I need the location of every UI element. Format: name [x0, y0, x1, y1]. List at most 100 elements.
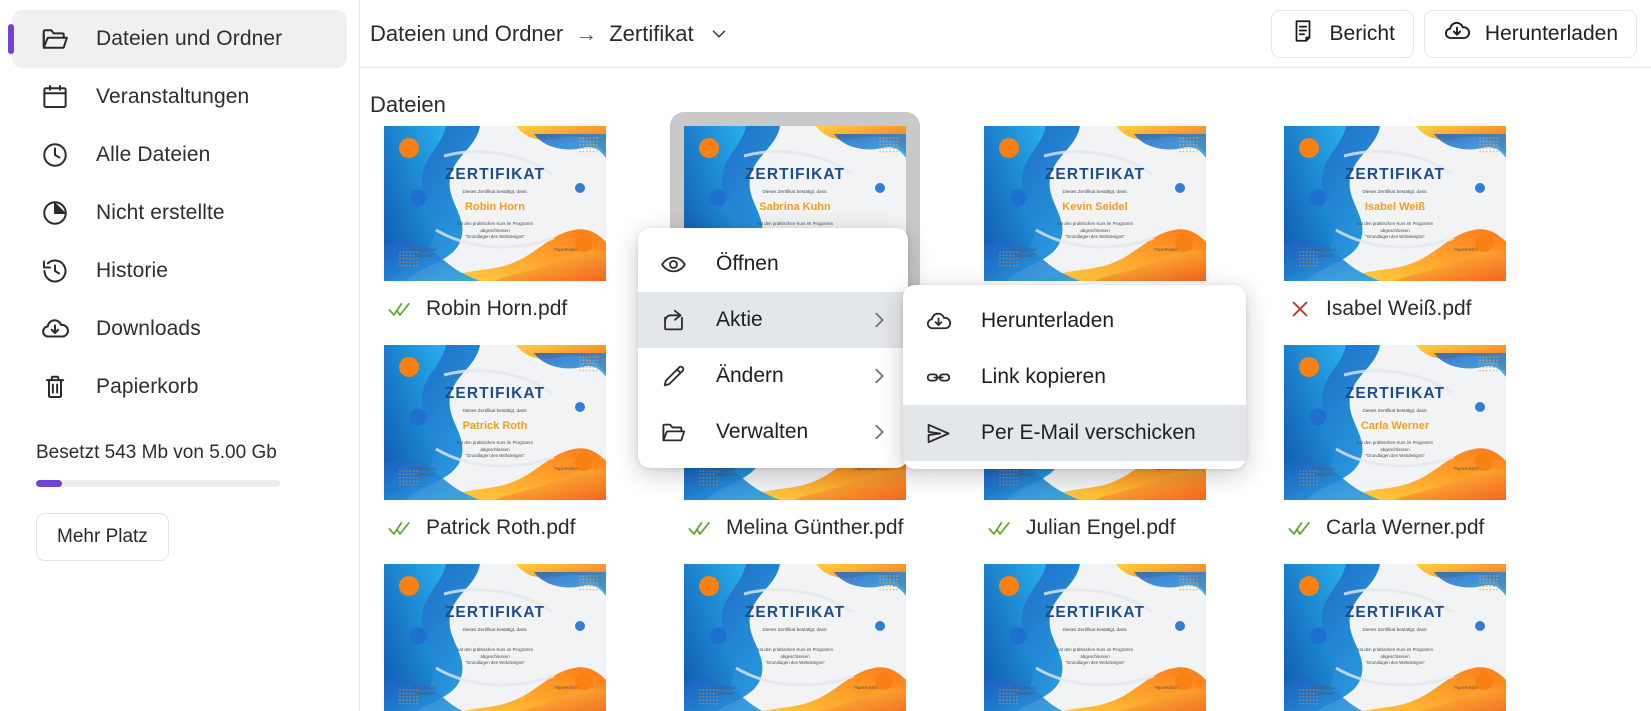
- storage-section: Besetzt 543 Mb von 5.00 Gb Mehr Platz: [0, 442, 359, 561]
- sidebar-nav: Dateien und Ordner Veranstaltungen Alle Da…: [0, 10, 359, 416]
- menu-item-herunterladen[interactable]: Herunterladen: [903, 293, 1246, 349]
- file-thumbnail: ZERTIFIKATDieses Zertifikat bestätigt, d…: [1284, 126, 1506, 281]
- breadcrumb-separator-icon: →: [575, 20, 598, 46]
- menu-item-link-kopieren[interactable]: Link kopieren: [903, 349, 1246, 405]
- menu-item-label: Per E-Mail verschicken: [981, 421, 1196, 444]
- menu-item-aktie[interactable]: Aktie: [638, 292, 908, 348]
- menu-item-label: Verwalten: [716, 420, 809, 443]
- pencil-icon: [660, 363, 694, 390]
- file-tile[interactable]: ZERTIFIKATDieses Zertifikat bestätigt, d…: [1270, 331, 1520, 540]
- report-button[interactable]: Bericht: [1270, 9, 1414, 58]
- chevron-down-icon[interactable]: [708, 23, 730, 45]
- cloud-download-icon: [1443, 17, 1471, 51]
- top-bar-actions: Bericht Herunterladen: [1270, 9, 1637, 58]
- menu-item-label: Herunterladen: [981, 309, 1115, 332]
- double-check-icon: [388, 299, 412, 319]
- download-button[interactable]: Herunterladen: [1423, 9, 1637, 58]
- file-name[interactable]: Julian Engel.pdf: [1026, 516, 1175, 540]
- sidebar-item-dateien-und-ordner[interactable]: Dateien und Ordner: [8, 10, 347, 68]
- sidebar-item-nicht-erstellte[interactable]: Nicht erstellte: [12, 184, 347, 242]
- main-content: Dateien und Ordner → Zertifikat Bericht: [360, 0, 1651, 711]
- sidebar-item-alle-dateien[interactable]: Alle Dateien: [12, 126, 347, 184]
- file-tile[interactable]: ZERTIFIKATDieses Zertifikat bestätigt, d…: [370, 112, 620, 321]
- menu-item-label: Öffnen: [716, 252, 779, 275]
- file-tile[interactable]: ZERTIFIKATDieses Zertifikat bestätigt, d…: [1270, 550, 1520, 711]
- menu-item-label: Ändern: [716, 364, 784, 387]
- file-label-row: Patrick Roth.pdf: [370, 516, 620, 540]
- context-submenu-share: Herunterladen Link kopieren Per E-Mail ver…: [903, 285, 1246, 469]
- storage-progress-fill: [36, 480, 62, 487]
- sidebar-item-veranstaltungen[interactable]: Veranstaltungen: [12, 68, 347, 126]
- file-label-row: Isabel Weiß.pdf: [1270, 297, 1520, 321]
- menu-item-label: Aktie: [716, 308, 763, 331]
- breadcrumb-item-root[interactable]: Dateien und Ordner: [370, 21, 563, 47]
- folder-open-icon: [660, 419, 694, 446]
- certificate-artwork: [1284, 345, 1506, 500]
- double-check-icon: [1288, 518, 1312, 538]
- file-thumbnail: ZERTIFIKATDieses Zertifikat bestätigt, d…: [684, 564, 906, 711]
- report-button-label: Bericht: [1329, 21, 1395, 45]
- certificate-artwork: [384, 126, 606, 281]
- page-title: Dateien: [370, 92, 446, 117]
- file-tile[interactable]: ZERTIFIKATDieses Zertifikat bestätigt, d…: [370, 331, 620, 540]
- certificate-artwork: [684, 564, 906, 711]
- history-icon: [40, 256, 70, 286]
- clock-icon: [40, 140, 70, 170]
- storage-usage-text: Besetzt 543 Mb von 5.00 Gb: [36, 442, 277, 463]
- menu-item-verwalten[interactable]: Verwalten: [638, 404, 908, 460]
- file-name[interactable]: Carla Werner.pdf: [1326, 516, 1484, 540]
- sidebar: Dateien und Ordner Veranstaltungen Alle Da…: [0, 0, 360, 711]
- file-tile[interactable]: ZERTIFIKATDieses Zertifikat bestätigt, d…: [670, 550, 920, 711]
- file-name[interactable]: Robin Horn.pdf: [426, 297, 567, 321]
- breadcrumb-item-current[interactable]: Zertifikat: [609, 21, 693, 47]
- file-thumbnail-wrapper[interactable]: ZERTIFIKATDieses Zertifikat bestätigt, d…: [370, 550, 620, 711]
- file-name[interactable]: Patrick Roth.pdf: [426, 516, 575, 540]
- certificate-artwork: [984, 564, 1206, 711]
- file-label-row: Robin Horn.pdf: [370, 297, 620, 321]
- file-thumbnail: ZERTIFIKATDieses Zertifikat bestätigt, d…: [384, 564, 606, 711]
- certificate-artwork: [984, 126, 1206, 281]
- file-thumbnail-wrapper[interactable]: ZERTIFIKATDieses Zertifikat bestätigt, d…: [970, 550, 1220, 711]
- file-thumbnail-wrapper[interactable]: ZERTIFIKATDieses Zertifikat bestätigt, d…: [1270, 331, 1520, 514]
- file-thumbnail-wrapper[interactable]: ZERTIFIKATDieses Zertifikat bestätigt, d…: [970, 112, 1220, 295]
- file-thumbnail: ZERTIFIKATDieses Zertifikat bestätigt, d…: [984, 126, 1206, 281]
- file-label-row: Carla Werner.pdf: [1270, 516, 1520, 540]
- double-check-icon: [688, 518, 712, 538]
- file-tile[interactable]: ZERTIFIKATDieses Zertifikat bestätigt, d…: [970, 550, 1220, 711]
- trash-icon: [40, 372, 70, 402]
- file-name[interactable]: Isabel Weiß.pdf: [1326, 297, 1472, 321]
- menu-item-per-e-mail-verschicken[interactable]: Per E-Mail verschicken: [903, 405, 1246, 461]
- chevron-right-icon: [868, 309, 890, 331]
- sidebar-item-downloads[interactable]: Downloads: [12, 300, 347, 358]
- storage-progress-track: [36, 480, 280, 487]
- file-thumbnail-wrapper[interactable]: ZERTIFIKATDieses Zertifikat bestätigt, d…: [370, 112, 620, 295]
- sidebar-item-label: Downloads: [96, 317, 201, 340]
- file-thumbnail: ZERTIFIKATDieses Zertifikat bestätigt, d…: [984, 564, 1206, 711]
- context-menu: Öffnen Aktie Ändern Verwalten: [638, 228, 908, 468]
- calendar-icon: [40, 82, 70, 112]
- menu-item-ndern[interactable]: Ändern: [638, 348, 908, 404]
- sidebar-item-papierkorb[interactable]: Papierkorb: [12, 358, 347, 416]
- file-thumbnail-wrapper[interactable]: ZERTIFIKATDieses Zertifikat bestätigt, d…: [1270, 550, 1520, 711]
- double-check-icon: [988, 518, 1012, 538]
- eye-icon: [660, 251, 694, 278]
- certificate-artwork: [384, 345, 606, 500]
- cloud-download-icon: [40, 314, 70, 344]
- app-root: Dateien und Ordner Veranstaltungen Alle Da…: [0, 0, 1651, 711]
- folder-open-icon: [40, 24, 70, 54]
- file-thumbnail-wrapper[interactable]: ZERTIFIKATDieses Zertifikat bestätigt, d…: [1270, 112, 1520, 295]
- file-name[interactable]: Melina Günther.pdf: [726, 516, 903, 540]
- error-icon: [1288, 298, 1312, 320]
- sidebar-item-label: Dateien und Ordner: [96, 27, 283, 50]
- sidebar-item-historie[interactable]: Historie: [12, 242, 347, 300]
- file-tile[interactable]: ZERTIFIKATDieses Zertifikat bestätigt, d…: [370, 550, 620, 711]
- menu-item-ffnen[interactable]: Öffnen: [638, 236, 908, 292]
- breadcrumb: Dateien und Ordner → Zertifikat: [370, 21, 730, 47]
- file-thumbnail: ZERTIFIKATDieses Zertifikat bestätigt, d…: [384, 126, 606, 281]
- file-tile[interactable]: ZERTIFIKATDieses Zertifikat bestätigt, d…: [1270, 112, 1520, 321]
- file-thumbnail: ZERTIFIKATDieses Zertifikat bestätigt, d…: [384, 345, 606, 500]
- file-thumbnail-wrapper[interactable]: ZERTIFIKATDieses Zertifikat bestätigt, d…: [370, 331, 620, 514]
- cloud-download-icon: [925, 308, 959, 335]
- file-thumbnail-wrapper[interactable]: ZERTIFIKATDieses Zertifikat bestätigt, d…: [670, 550, 920, 711]
- more-space-button[interactable]: Mehr Platz: [36, 513, 169, 561]
